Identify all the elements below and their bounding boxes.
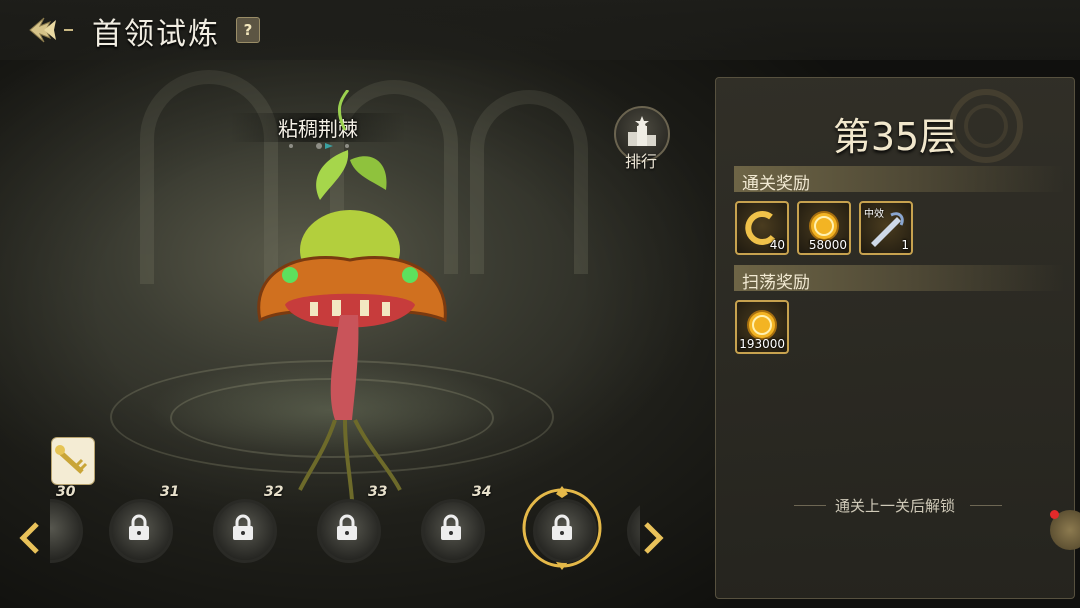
floor-number: 32: [264, 484, 284, 500]
prev-floor-arrow-icon[interactable]: [17, 520, 43, 556]
boss-creature-image: [257, 90, 447, 501]
floor-disc: [50, 499, 83, 563]
lock-icon: [129, 514, 149, 540]
floor-title: 第35层: [832, 115, 958, 159]
floor-disc: [627, 499, 640, 563]
lock-icon: [441, 514, 461, 540]
next-floor-arrow-icon[interactable]: [640, 520, 666, 556]
ranking-label: 排行: [624, 152, 657, 171]
floor-node[interactable]: [622, 494, 640, 564]
reward-slot-gold[interactable]: 58000: [797, 201, 851, 255]
lock-icon: [233, 514, 253, 540]
floor-number: 33: [368, 484, 388, 500]
floor-node[interactable]: 33: [312, 484, 387, 564]
floor-number: 31: [160, 484, 180, 500]
floor-number: 30: [56, 484, 76, 500]
clear-rewards-title: 通关奖励: [742, 174, 810, 194]
reward-count: 1: [901, 238, 909, 252]
floor-node[interactable]: 31: [104, 484, 179, 564]
back-arrow-icon[interactable]: [26, 12, 76, 48]
reward-slot-gold[interactable]: 193000: [735, 300, 789, 354]
lock-icon: [552, 514, 572, 540]
clear-rewards-header: 通关奖励: [734, 166, 1064, 194]
floor-node[interactable]: 30: [50, 484, 84, 564]
reward-slot-weapon[interactable]: 中效 1: [859, 201, 913, 255]
reward-preview-chip[interactable]: [51, 437, 95, 485]
sweep-rewards-title: 扫荡奖励: [742, 273, 810, 293]
floor-selector: 30 31 32 33 34: [50, 482, 640, 597]
floor-node-selected[interactable]: [520, 486, 604, 570]
reward-tag: 中效: [864, 209, 884, 220]
reward-count: 40: [769, 238, 785, 252]
reward-count: 58000: [808, 238, 847, 252]
sweep-rewards-header: 扫荡奖励: [734, 265, 1064, 293]
unlock-note: 通关上一关后解锁: [834, 497, 955, 515]
top-bar: 首领试炼 ?: [0, 0, 1080, 60]
page-title: 首领试炼: [92, 17, 220, 52]
reward-count: 193000: [739, 337, 785, 351]
reward-slot-token[interactable]: 40: [735, 201, 789, 255]
floor-node[interactable]: 34: [416, 484, 491, 564]
help-button[interactable]: ?: [236, 17, 260, 43]
lock-icon: [337, 514, 357, 540]
notification-dot: [1050, 510, 1059, 519]
floor-node[interactable]: 32: [208, 484, 283, 564]
floor-detail-panel: 第35层 通关奖励 40 58000 中效 1 扫荡奖励 193000 通关上一…: [715, 77, 1075, 599]
divider: [970, 505, 1002, 506]
key-item-icon: [55, 445, 88, 474]
ranking-button[interactable]: 排行: [614, 106, 670, 171]
floor-number: 34: [472, 484, 492, 500]
